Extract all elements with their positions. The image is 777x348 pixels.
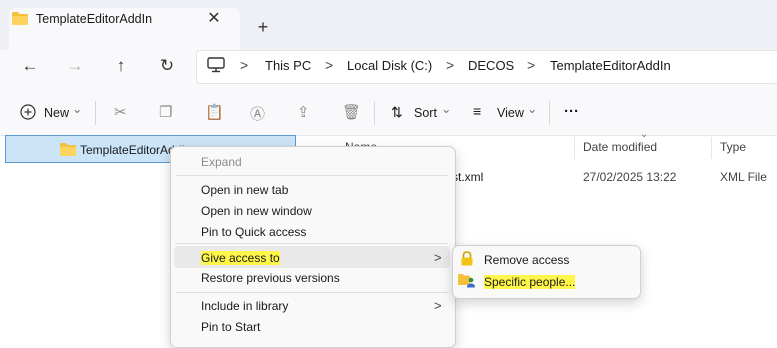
view-button[interactable]: View [497,106,524,120]
column-divider [574,137,575,159]
new-plus-icon [20,104,36,120]
chevron-down-icon: ⌄ [72,102,83,116]
menu-separator [176,175,448,176]
breadcrumb-templateeditoraddin[interactable]: TemplateEditorAddIn [550,58,671,73]
menu-separator [176,292,448,293]
rename-icon[interactable]: Ⓐ [250,103,265,124]
breadcrumb-decos[interactable]: DECOS [468,58,514,73]
delete-icon[interactable]: 🗑 [342,103,361,121]
column-header-date-modified[interactable]: Date modified [583,140,657,154]
chevron-right-icon: > [434,298,442,313]
folder-icon [12,12,28,25]
copy-icon[interactable]: ❐ [159,103,172,121]
submenu-item-remove-access[interactable]: Remove access [484,253,569,267]
new-tab-button[interactable]: + [253,17,273,37]
up-arrow-icon[interactable]: ↑ [109,54,133,78]
file-type-cell: XML File [720,170,767,184]
column-divider [711,137,712,159]
cut-icon[interactable]: ✂ [114,103,127,121]
lock-icon [461,251,473,266]
more-options-button[interactable]: ··· [564,103,579,120]
view-icon: ≡ [473,103,482,119]
toolbar-divider [549,101,550,125]
back-arrow-icon[interactable]: ← [18,54,42,78]
file-date-cell: 27/02/2025 13:22 [583,170,677,184]
menu-item-expand[interactable]: Expand [201,155,242,169]
menu-item-open-new-tab[interactable]: Open in new tab [201,183,288,197]
menu-item-restore-versions[interactable]: Restore previous versions [201,271,340,285]
monitor-icon [207,57,225,73]
new-button[interactable]: New [44,106,69,120]
chevron-down-icon: ⌄ [527,102,538,116]
chevron-right-icon: > [434,250,442,265]
breadcrumb-separator: > [446,57,455,73]
submenu-item-specific-people[interactable]: Specific people... [484,275,576,289]
sort-icon: ⇅ [391,104,403,120]
menu-item-pin-start[interactable]: Pin to Start [201,320,260,334]
sort-indicator-icon: ⌄ [640,129,649,140]
paste-icon[interactable]: 📋 [205,103,224,121]
breadcrumb-local-disk[interactable]: Local Disk (C:) [347,58,432,73]
menu-item-open-new-window[interactable]: Open in new window [201,204,312,218]
sort-button[interactable]: Sort [414,106,437,120]
toolbar-divider [374,101,375,125]
forward-arrow-icon[interactable]: → [63,54,87,78]
tab-title: TemplateEditorAddIn [36,12,153,26]
column-header-type[interactable]: Type [720,140,746,154]
close-icon[interactable]: ✕ [205,10,223,28]
chevron-down-icon: ⌄ [441,102,452,116]
toolbar-divider [95,101,96,125]
breadcrumb-separator: > [240,57,249,73]
menu-item-include-library[interactable]: Include in library [201,299,288,313]
menu-separator [176,243,448,244]
share-icon[interactable]: ⇪ [297,103,310,121]
breadcrumb-this-pc[interactable]: This PC [265,58,311,73]
breadcrumb-separator: > [325,57,334,73]
refresh-icon[interactable]: ↻ [155,54,179,78]
menu-item-give-access[interactable]: Give access to [201,251,280,265]
breadcrumb-separator: > [527,57,536,73]
share-people-icon [458,274,475,288]
menu-item-pin-quick-access[interactable]: Pin to Quick access [201,225,306,239]
folder-icon [60,143,76,156]
